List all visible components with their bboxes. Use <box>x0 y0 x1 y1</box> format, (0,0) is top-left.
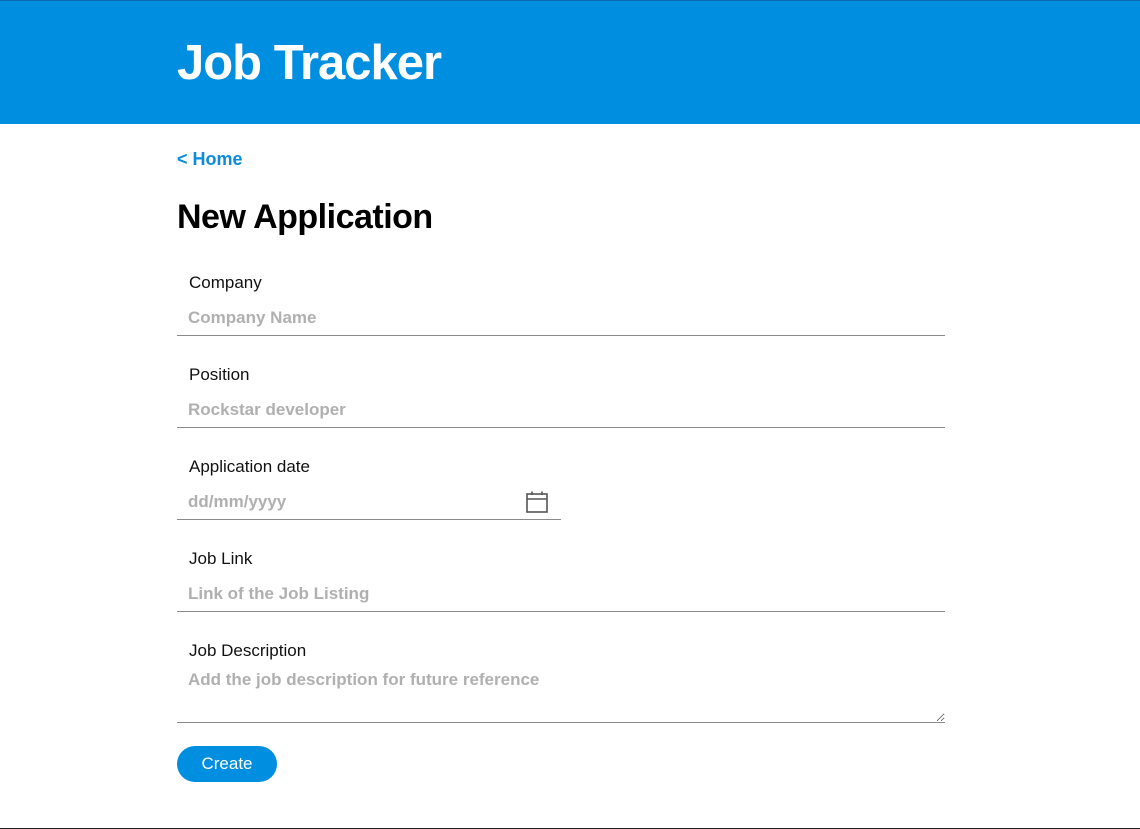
calendar-icon[interactable] <box>525 490 549 514</box>
application-date-field-group: Application date dd/mm/yyyy <box>177 456 945 529</box>
company-label: Company <box>189 273 262 292</box>
job-link-input[interactable] <box>177 576 945 612</box>
job-description-label: Job Description <box>189 641 307 660</box>
page-title: New Application <box>177 198 433 236</box>
application-date-label: Application date <box>189 457 310 476</box>
company-field-group: Company <box>177 272 945 345</box>
job-link-label: Job Link <box>189 549 253 568</box>
app-title: Job Tracker <box>177 36 442 90</box>
position-field-group: Position <box>177 364 945 437</box>
create-button[interactable]: Create <box>177 746 277 782</box>
job-description-field-group: Job Description <box>177 640 945 734</box>
home-link[interactable]: < Home <box>177 148 243 170</box>
job-description-textarea[interactable] <box>177 668 945 723</box>
job-link-field-group: Job Link <box>177 548 945 621</box>
application-date-placeholder: dd/mm/yyyy <box>188 492 287 511</box>
application-date-input[interactable]: dd/mm/yyyy <box>177 484 561 520</box>
company-input[interactable] <box>177 300 945 336</box>
position-input[interactable] <box>177 392 945 428</box>
page: Job Tracker < Home New Application Compa… <box>0 0 1140 829</box>
app-header: Job Tracker <box>0 1 1140 124</box>
position-label: Position <box>189 365 250 384</box>
